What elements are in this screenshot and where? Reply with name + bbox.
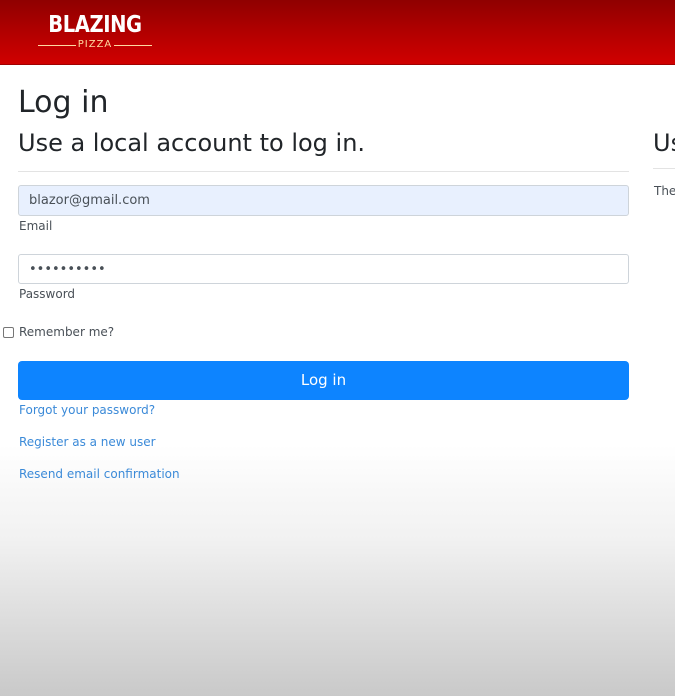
password-input[interactable]: •••••••••• xyxy=(18,254,629,284)
logo-sub: PIZZA xyxy=(36,38,154,52)
email-input[interactable]: blazor@gmail.com xyxy=(18,185,629,216)
section-divider xyxy=(18,171,629,172)
external-login-divider xyxy=(653,168,675,169)
section-title: Use a local account to log in. xyxy=(18,129,366,157)
remember-me-label[interactable]: Remember me? xyxy=(19,324,114,340)
email-label: Email xyxy=(19,219,53,233)
logo-main-text: BLAZING xyxy=(48,12,142,38)
forgot-password-link[interactable]: Forgot your password? xyxy=(19,402,155,418)
resend-confirmation-link[interactable]: Resend email confirmation xyxy=(19,466,180,482)
external-login-text: The xyxy=(654,184,675,198)
page-title: Log in xyxy=(18,85,109,120)
external-login-heading: Us xyxy=(653,129,675,157)
register-link[interactable]: Register as a new user xyxy=(19,434,156,450)
blazing-pizza-logo[interactable]: BLAZING PIZZA xyxy=(36,10,154,54)
password-label: Password xyxy=(19,287,76,301)
logo-divider-right xyxy=(114,45,152,46)
remember-me-checkbox[interactable] xyxy=(3,327,14,338)
top-navbar: BLAZING PIZZA xyxy=(0,0,675,65)
login-button[interactable]: Log in xyxy=(18,361,629,400)
